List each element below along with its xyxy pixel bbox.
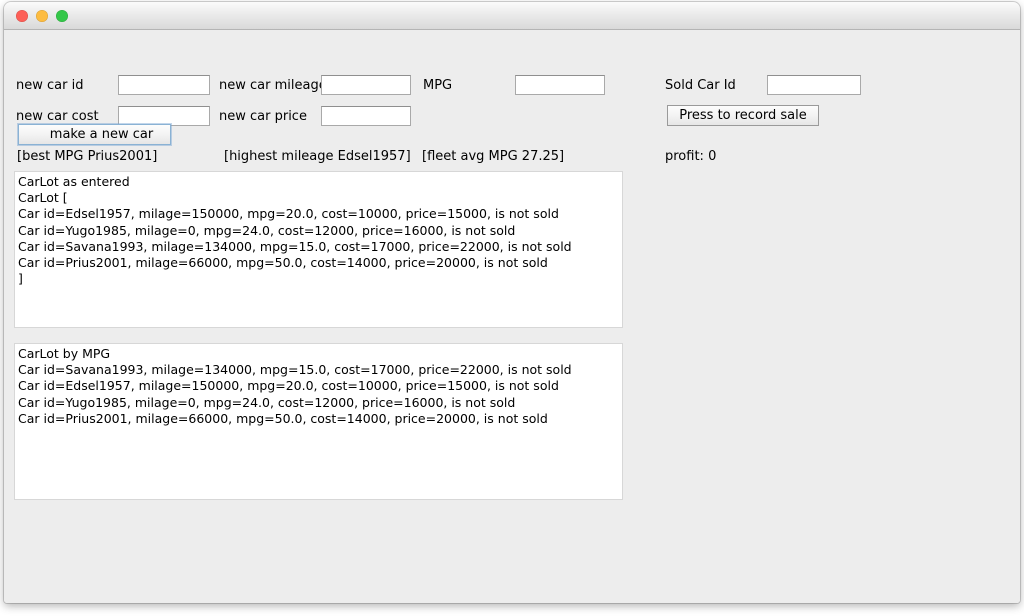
mpg-label: MPG	[423, 78, 453, 93]
press-to-record-sale-button[interactable]: Press to record sale	[667, 105, 819, 126]
new-car-id-input[interactable]	[118, 75, 210, 95]
new-car-price-input[interactable]	[321, 106, 411, 126]
best-mpg-status: [best MPG Prius2001]	[17, 149, 158, 164]
fleet-avg-mpg-status: [fleet avg MPG 27.25]	[422, 149, 565, 164]
carlot-by-mpg-panel[interactable]: CarLot by MPG Car id=Savana1993, milage=…	[14, 343, 623, 500]
new-car-mileage-label: new car mileage	[219, 78, 327, 93]
make-a-new-car-button[interactable]: make a new car	[18, 124, 171, 145]
new-car-cost-input[interactable]	[118, 106, 210, 126]
new-car-id-label: new car id	[16, 78, 84, 93]
window-content: new car id new car mileage MPG Sold Car …	[4, 30, 1020, 603]
new-car-mileage-input[interactable]	[321, 75, 411, 95]
highest-mileage-status: [highest mileage Edsel1957]	[224, 149, 411, 164]
sold-car-id-label: Sold Car Id	[665, 78, 736, 93]
carlot-by-mpg-text: CarLot by MPG Car id=Savana1993, milage=…	[18, 346, 572, 426]
sold-car-id-input[interactable]	[767, 75, 861, 95]
minimize-button-icon[interactable]	[36, 10, 48, 22]
application-window: new car id new car mileage MPG Sold Car …	[4, 2, 1020, 603]
close-button-icon[interactable]	[16, 10, 28, 22]
zoom-button-icon[interactable]	[56, 10, 68, 22]
window-controls	[16, 10, 68, 22]
mpg-input[interactable]	[515, 75, 605, 95]
window-titlebar[interactable]	[4, 2, 1020, 30]
carlot-as-entered-text: CarLot as entered CarLot [ Car id=Edsel1…	[18, 174, 572, 287]
new-car-price-label: new car price	[219, 109, 307, 124]
new-car-cost-label: new car cost	[16, 109, 99, 124]
profit-status: profit: 0	[665, 149, 717, 164]
carlot-as-entered-panel[interactable]: CarLot as entered CarLot [ Car id=Edsel1…	[14, 171, 623, 328]
